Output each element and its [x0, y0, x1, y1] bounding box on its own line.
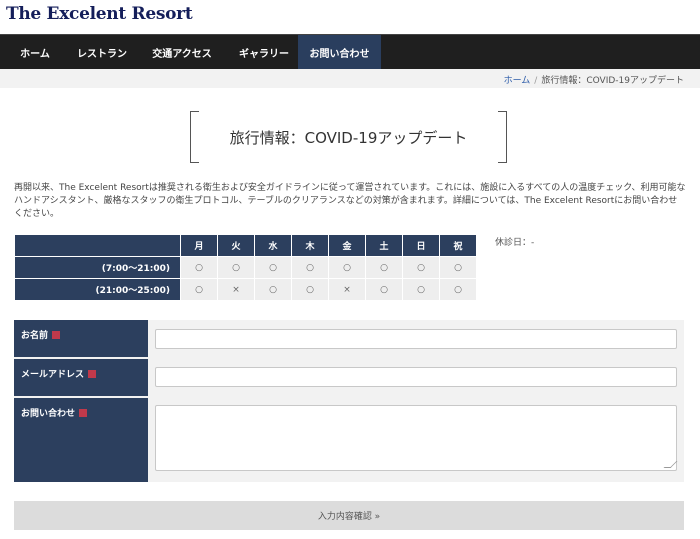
schedule-cell: ○ — [402, 278, 440, 301]
schedule-cell: × — [217, 278, 255, 301]
schedule-cell: ○ — [180, 278, 218, 301]
time-slot-label: (21:00〜25:00) — [14, 278, 181, 301]
day-header: 水 — [254, 234, 292, 257]
site-header: The Excelent Resort — [0, 0, 700, 34]
schedule-cell: ○ — [365, 278, 403, 301]
main-nav: ホーム レストラン 交通アクセス ギャラリー お問い合わせ — [0, 34, 700, 69]
site-logo[interactable]: The Excelent Resort — [6, 4, 193, 24]
name-label-text: お名前 — [21, 331, 49, 341]
schedule-cell: ○ — [328, 256, 366, 279]
intro-paragraph: 再開以来、The Excelent Resortは推奨される衛生および安全ガイド… — [14, 183, 686, 219]
schedule-cell: ○ — [291, 256, 329, 279]
breadcrumb: ホーム / 旅行情報：COVID-19アップデート — [504, 73, 684, 86]
message-label-text: お問い合わせ — [21, 409, 76, 419]
schedule-cell: ○ — [217, 256, 255, 279]
schedule-cell: ○ — [439, 278, 477, 301]
required-icon — [88, 370, 97, 378]
nav-item-access[interactable]: 交通アクセス — [134, 35, 230, 69]
resize-handle-icon[interactable] — [663, 461, 678, 468]
contact-form: お名前 メールアドレス お問い合わせ — [14, 320, 684, 482]
page-title-box: 旅行情報：COVID-19アップデート — [190, 111, 507, 163]
required-icon — [79, 409, 88, 417]
day-header: 祝 — [439, 234, 477, 257]
breadcrumb-home-link[interactable]: ホーム — [504, 76, 531, 86]
time-slot-label: (7:00〜21:00) — [14, 256, 181, 279]
schedule-row: (7:00〜21:00) ○ ○ ○ ○ ○ ○ ○ ○ — [14, 256, 477, 279]
nav-item-home[interactable]: ホーム — [0, 35, 70, 69]
message-label: お問い合わせ — [14, 398, 148, 482]
confirm-button[interactable]: 入力内容確認 » — [14, 501, 684, 530]
day-header: 土 — [365, 234, 403, 257]
breadcrumb-separator: / — [534, 76, 538, 86]
schedule-cell: ○ — [402, 256, 440, 279]
schedule-cell: ○ — [254, 256, 292, 279]
page-title: 旅行情報：COVID-19アップデート — [229, 128, 468, 147]
schedule-cell: ○ — [254, 278, 292, 301]
nav-item-contact[interactable]: お問い合わせ — [298, 35, 381, 69]
nav-item-restaurant[interactable]: レストラン — [70, 35, 134, 69]
schedule-header-row: 月 火 水 木 金 土 日 祝 — [14, 234, 477, 257]
email-label-text: メールアドレス — [21, 370, 85, 380]
holiday-note: 休診日：- — [495, 238, 535, 248]
breadcrumb-bar: ホーム / 旅行情報：COVID-19アップデート — [0, 69, 700, 88]
schedule-cell: ○ — [439, 256, 477, 279]
email-label: メールアドレス — [14, 359, 148, 396]
schedule-table: 月 火 水 木 金 土 日 祝 (7:00〜21:00) ○ ○ ○ ○ ○ ○… — [14, 234, 477, 301]
message-field[interactable] — [155, 405, 678, 471]
day-header: 月 — [180, 234, 218, 257]
day-header: 日 — [402, 234, 440, 257]
name-label: お名前 — [14, 320, 148, 357]
schedule-cell: ○ — [180, 256, 218, 279]
nav-item-gallery[interactable]: ギャラリー — [230, 35, 298, 69]
day-header: 金 — [328, 234, 366, 257]
schedule-cell: ○ — [365, 256, 403, 279]
day-header: 木 — [291, 234, 329, 257]
email-field[interactable] — [155, 367, 677, 387]
schedule-cell: × — [328, 278, 366, 301]
required-icon — [52, 331, 61, 339]
schedule-row: (21:00〜25:00) ○ × ○ ○ × ○ ○ ○ — [14, 278, 477, 301]
schedule-cell: ○ — [291, 278, 329, 301]
name-field[interactable] — [155, 329, 677, 349]
day-header: 火 — [217, 234, 255, 257]
breadcrumb-current: 旅行情報：COVID-19アップデート — [541, 76, 684, 86]
schedule-corner-cell — [14, 234, 181, 257]
